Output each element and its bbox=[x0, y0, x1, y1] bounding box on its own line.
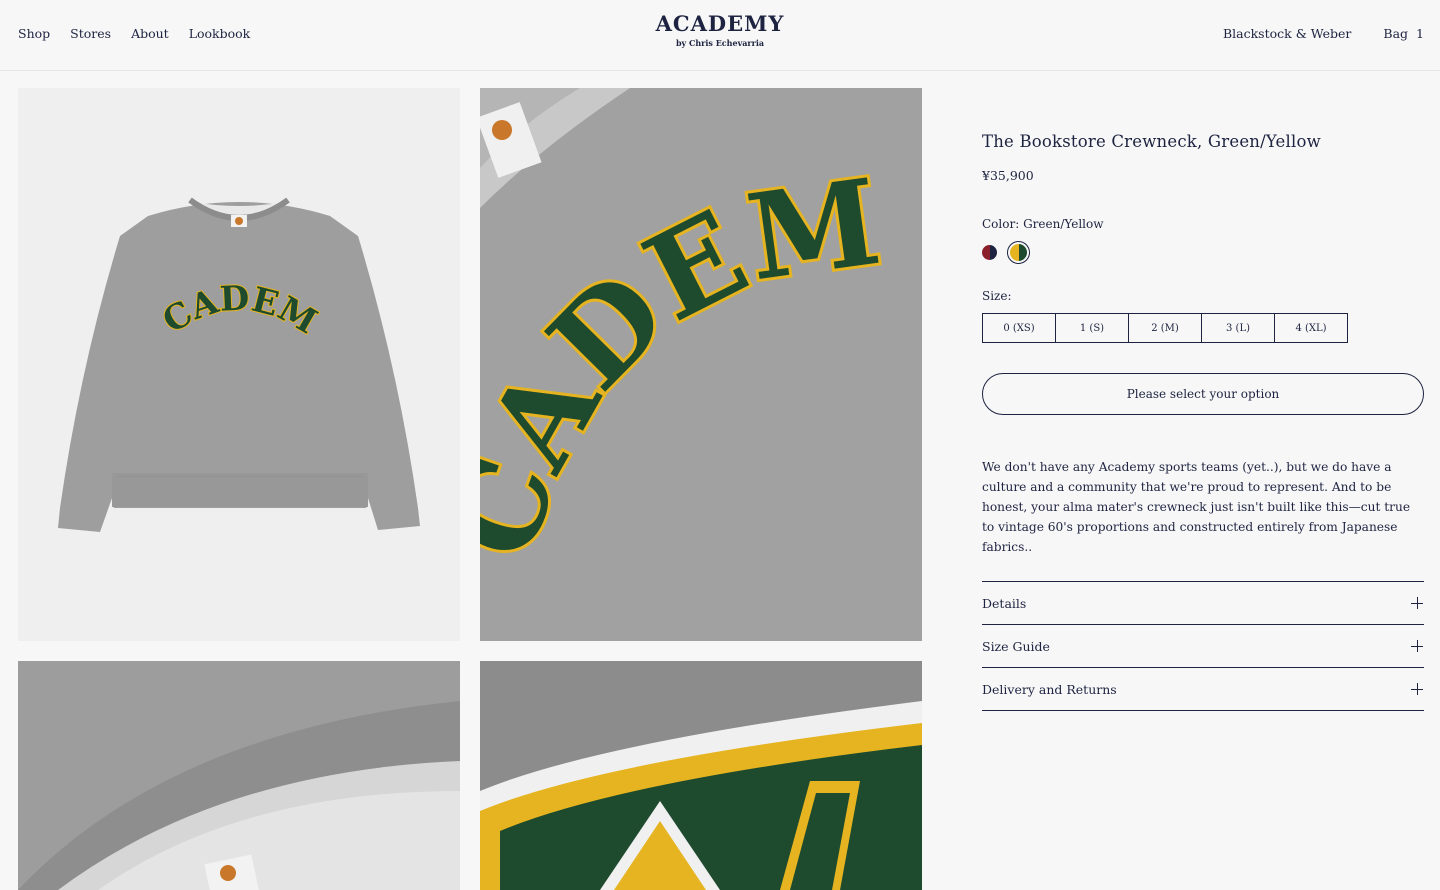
product-image-graphic-closeup[interactable]: ACADEMY bbox=[480, 88, 922, 641]
product-panel: The Bookstore Crewneck, Green/Yellow ¥35… bbox=[982, 88, 1424, 711]
size-option-l[interactable]: 3 (L) bbox=[1201, 313, 1275, 343]
accordion-size-guide-label: Size Guide bbox=[982, 638, 1050, 654]
product-price: ¥35,900 bbox=[982, 168, 1034, 183]
accordion-details-label: Details bbox=[982, 595, 1027, 611]
product-title: The Bookstore Crewneck, Green/Yellow bbox=[982, 132, 1321, 151]
primary-nav: Shop Stores About Lookbook bbox=[18, 26, 250, 41]
swatch-half bbox=[989, 245, 997, 260]
swatch-half bbox=[1010, 244, 1019, 261]
nav-stores-link[interactable]: Stores bbox=[70, 26, 111, 41]
product-gallery: ACADEMY ACADEMY bbox=[18, 88, 922, 890]
size-option-xs[interactable]: 0 (XS) bbox=[982, 313, 1056, 343]
swatch-green-yellow-selected[interactable] bbox=[1007, 241, 1030, 264]
bag-label: Bag bbox=[1383, 26, 1409, 41]
swatch-green-yellow bbox=[1010, 244, 1027, 261]
add-to-bag-button[interactable]: Please select your option bbox=[982, 373, 1424, 415]
product-image-front[interactable]: ACADEMY bbox=[18, 88, 460, 641]
plus-icon bbox=[1411, 683, 1423, 695]
accordion-details[interactable]: Details bbox=[982, 582, 1424, 625]
nav-shop-link[interactable]: Shop bbox=[18, 26, 50, 41]
secondary-nav: Blackstock & Weber Bag 1 bbox=[1223, 26, 1424, 41]
nav-lookbook-link[interactable]: Lookbook bbox=[189, 26, 251, 41]
site-header: Shop Stores About Lookbook ACADEMY by Ch… bbox=[0, 0, 1440, 71]
store-link[interactable]: Blackstock & Weber bbox=[1223, 26, 1351, 41]
color-swatches bbox=[982, 241, 1424, 264]
plus-icon bbox=[1411, 597, 1423, 609]
plus-icon bbox=[1411, 640, 1423, 652]
product-image-stitching-detail[interactable] bbox=[480, 661, 922, 890]
bag-count: 1 bbox=[1416, 26, 1424, 41]
accordion-size-guide[interactable]: Size Guide bbox=[982, 625, 1424, 668]
size-label: Size: bbox=[982, 289, 1012, 303]
graphic-closeup-illustration: ACADEMY bbox=[480, 88, 922, 641]
product-description: We don't have any Academy sports teams (… bbox=[982, 460, 1411, 554]
brand-byline: by Chris Echevarria bbox=[675, 38, 765, 48]
size-option-m[interactable]: 2 (M) bbox=[1128, 313, 1202, 343]
product-accordion: Details Size Guide Delivery and Returns bbox=[982, 581, 1424, 711]
color-label: Color: Green/Yellow bbox=[982, 217, 1104, 231]
swatch-half bbox=[982, 245, 990, 260]
brand-logo[interactable]: ACADEMY by Chris Echevarria bbox=[620, 11, 820, 49]
product-image-collar-detail[interactable] bbox=[18, 661, 460, 890]
accordion-delivery-returns[interactable]: Delivery and Returns bbox=[982, 668, 1424, 711]
collar-detail-illustration bbox=[18, 661, 460, 890]
swatch-half bbox=[1018, 244, 1027, 261]
size-option-xl[interactable]: 4 (XL) bbox=[1274, 313, 1348, 343]
sweater-front-illustration: ACADEMY bbox=[18, 88, 420, 532]
nav-about-link[interactable]: About bbox=[131, 26, 169, 41]
bag-button[interactable]: Bag 1 bbox=[1383, 26, 1424, 41]
stitching-detail-illustration bbox=[480, 661, 922, 890]
size-selector: 0 (XS) 1 (S) 2 (M) 3 (L) 4 (XL) bbox=[982, 313, 1424, 343]
accordion-delivery-returns-label: Delivery and Returns bbox=[982, 681, 1117, 697]
size-option-s[interactable]: 1 (S) bbox=[1055, 313, 1129, 343]
swatch-navy-red[interactable] bbox=[982, 245, 997, 260]
brand-name: ACADEMY bbox=[655, 11, 785, 36]
